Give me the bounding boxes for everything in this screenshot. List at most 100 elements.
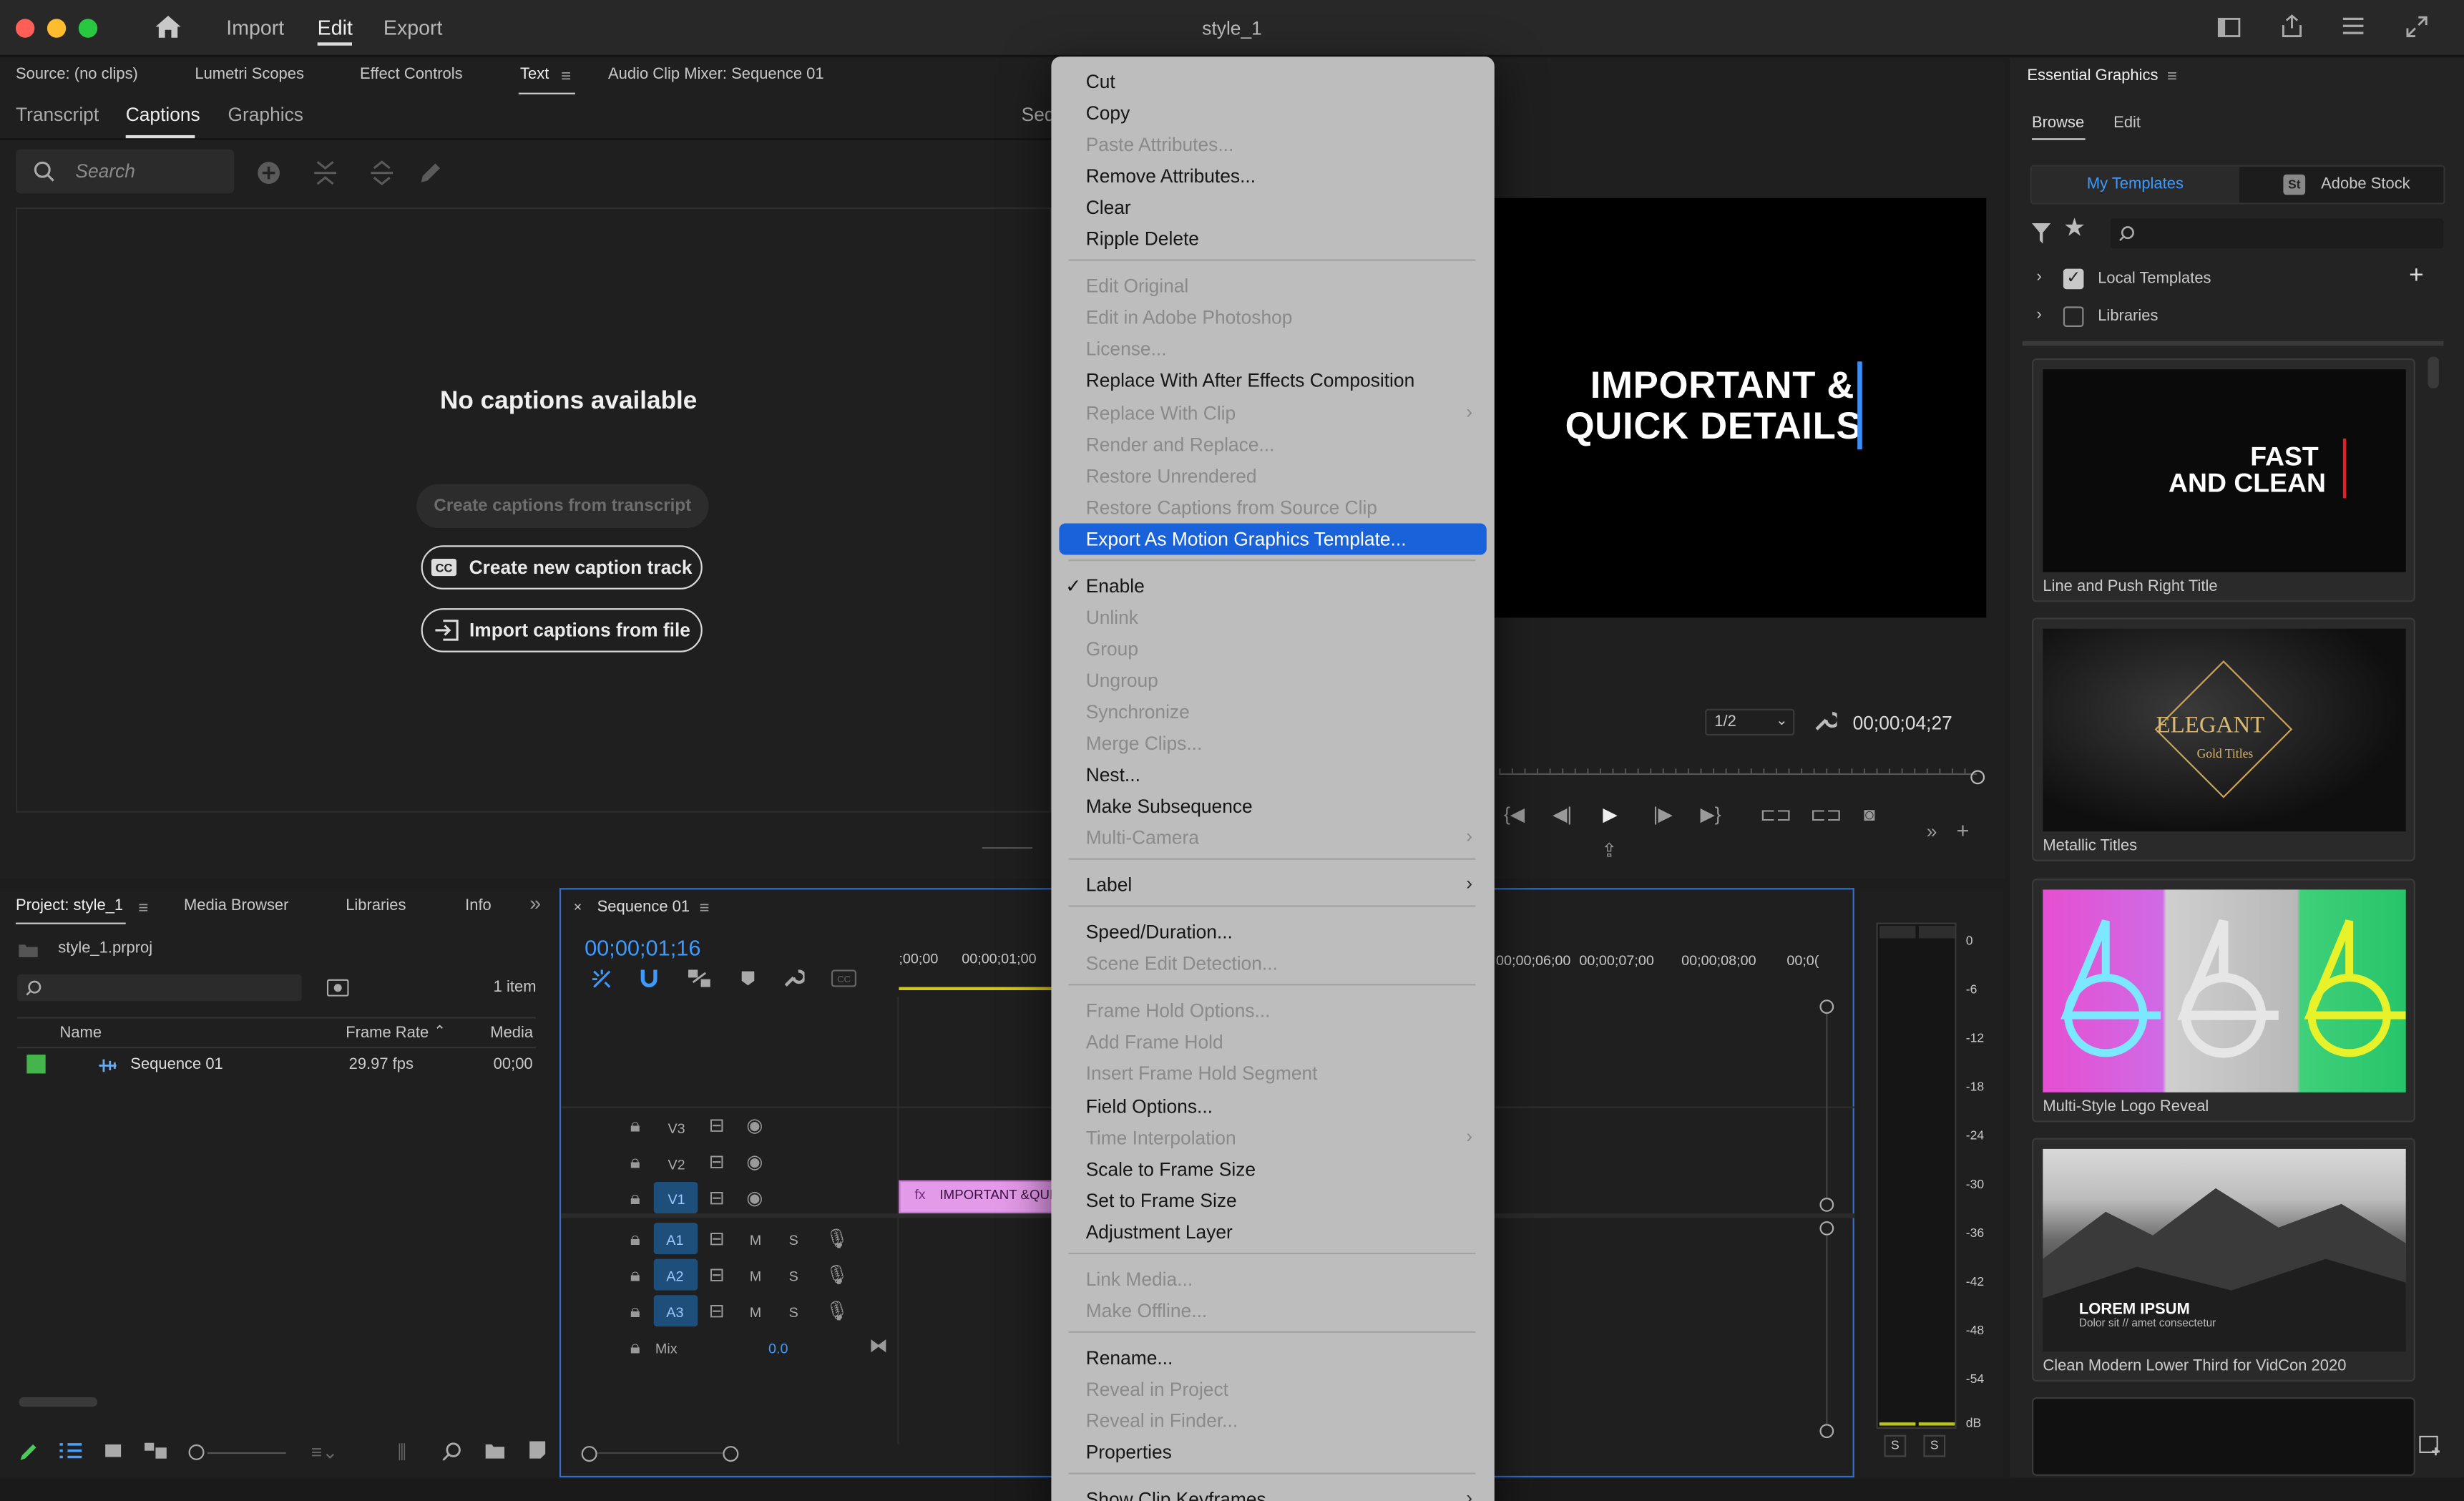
toggle-sync-lock-icon[interactable]: ⊟	[709, 1116, 725, 1135]
menu-item-rename[interactable]: Rename...	[1086, 1346, 1173, 1369]
adobe-stock-tab[interactable]: Adobe Stock	[2321, 176, 2410, 193]
icon-view-icon[interactable]	[104, 1442, 122, 1460]
tab-project[interactable]: Project: style_1	[16, 897, 123, 914]
menu-item-reveal-in-finder[interactable]: Reveal in Finder...	[1086, 1409, 1238, 1432]
track-label-a3[interactable]: A3	[666, 1304, 683, 1320]
tab-edit[interactable]: Edit	[2113, 114, 2141, 132]
menu-item-frame-hold-options[interactable]: Frame Hold Options...	[1086, 1000, 1271, 1022]
close-tab-icon[interactable]: ×	[574, 899, 582, 915]
track-label-v1[interactable]: V1	[668, 1191, 685, 1207]
menu-item-restore-captions-from-source-clip[interactable]: Restore Captions from Source Clip	[1086, 496, 1377, 518]
tab-media-browser[interactable]: Media Browser	[184, 897, 289, 914]
menu-item-export-as-motion-graphics-template[interactable]: Export As Motion Graphics Template...	[1086, 527, 1407, 549]
timeline-zoom-track[interactable]	[597, 1452, 723, 1454]
vertical-scroll-handle[interactable]	[1819, 1221, 1834, 1236]
menu-item-make-offline[interactable]: Make Offline...	[1086, 1299, 1207, 1321]
menu-item-remove-attributes[interactable]: Remove Attributes...	[1086, 165, 1256, 187]
menu-item-field-options[interactable]: Field Options...	[1086, 1095, 1213, 1117]
timeline-settings-wrench-icon[interactable]	[783, 967, 805, 989]
sort-icon[interactable]: ≡⌄	[311, 1443, 338, 1462]
mute-button[interactable]: M	[750, 1304, 761, 1320]
new-search-bin-icon[interactable]	[326, 979, 349, 997]
mark-in-icon[interactable]: {◀	[1504, 805, 1525, 823]
project-search-input[interactable]	[17, 974, 302, 1002]
star-icon[interactable]: ★	[2063, 216, 2086, 241]
edit-pencil-icon[interactable]	[418, 160, 443, 185]
lock-icon[interactable]: 🔒︎	[630, 1301, 640, 1320]
tab-lumetri-scopes[interactable]: Lumetri Scopes	[195, 66, 304, 83]
template-card[interactable]	[2031, 1397, 2415, 1476]
lock-icon[interactable]: 🔒︎	[630, 1116, 640, 1135]
tab-effect-controls[interactable]: Effect Controls	[360, 66, 463, 83]
mix-value[interactable]: 0.0	[768, 1341, 788, 1356]
menu-item-group[interactable]: Group	[1086, 638, 1138, 660]
track-label-a1[interactable]: A1	[666, 1232, 683, 1248]
automate-to-sequence-icon[interactable]: ⫼	[398, 1443, 406, 1462]
mute-button[interactable]: M	[750, 1268, 761, 1284]
zoom-slider-handle[interactable]	[188, 1444, 205, 1460]
pencil-icon[interactable]	[17, 1442, 39, 1464]
subtab-graphics[interactable]: Graphics	[228, 104, 303, 126]
find-icon[interactable]	[441, 1442, 462, 1462]
camera-icon[interactable]: ◙	[1864, 805, 1875, 823]
minimize-window-button[interactable]	[47, 19, 67, 38]
workspaces-menu-icon[interactable]	[2342, 16, 2365, 36]
panel-menu-icon[interactable]: ≡	[138, 899, 148, 918]
menu-item-speed-duration[interactable]: Speed/Duration...	[1086, 921, 1233, 944]
subtab-transcript[interactable]: Transcript	[16, 104, 99, 126]
toggle-sync-lock-icon[interactable]: ⊟	[709, 1152, 725, 1170]
menu-item-insert-frame-hold-segment[interactable]: Insert Frame Hold Segment	[1086, 1063, 1318, 1085]
wrench-icon[interactable]	[1814, 709, 1837, 733]
more-controls-icon[interactable]: »	[1927, 822, 1937, 841]
menu-item-ripple-delete[interactable]: Ripple Delete	[1086, 228, 1199, 250]
insert-nest-icon[interactable]	[591, 968, 613, 990]
lock-icon[interactable]: 🔒︎	[630, 1188, 640, 1207]
track-label-v3[interactable]: V3	[668, 1120, 685, 1136]
track-label-a2[interactable]: A2	[666, 1268, 683, 1284]
column-frame-rate[interactable]: Frame Rate	[346, 1025, 429, 1042]
vertical-scroll-handle[interactable]	[1819, 999, 1834, 1014]
templates-search-input[interactable]	[2110, 218, 2444, 249]
vertical-scroll-track[interactable]	[1826, 1013, 1828, 1200]
lift-icon[interactable]: ⊏⊐	[1760, 805, 1791, 823]
menu-item-nest[interactable]: Nest...	[1086, 764, 1140, 786]
template-card[interactable]: ELEGANT Gold Titles Metallic Titles	[2031, 617, 2415, 861]
panel-menu-icon[interactable]: ≡	[561, 67, 571, 86]
nav-import[interactable]: Import	[226, 16, 284, 39]
chevron-right-icon[interactable]: ›	[2037, 269, 2042, 286]
sort-ascending-icon[interactable]: ⌃	[434, 1023, 446, 1040]
table-row[interactable]: Sequence 01 29.97 fps 00;00	[17, 1050, 536, 1082]
menu-item-adjustment-layer[interactable]: Adjustment Layer	[1086, 1221, 1233, 1243]
timeline-timecode[interactable]: 00;00;01;16	[585, 935, 700, 960]
horizontal-scrollbar[interactable]	[19, 1397, 98, 1407]
menu-item-reveal-in-project[interactable]: Reveal in Project	[1086, 1378, 1228, 1400]
menu-item-unlink[interactable]: Unlink	[1086, 607, 1138, 629]
mark-out-icon[interactable]: ▶}	[1701, 805, 1721, 823]
step-forward-icon[interactable]: |▶	[1653, 805, 1673, 823]
create-new-caption-track-button[interactable]: CC Create new caption track	[421, 545, 703, 590]
time-ruler[interactable]: ;00;00 00;00;01;00	[897, 949, 1055, 991]
search-input[interactable]: Search	[15, 149, 235, 194]
create-captions-from-transcript-button[interactable]: Create captions from transcript	[416, 484, 709, 529]
freeform-view-icon[interactable]	[143, 1442, 168, 1460]
toggle-sync-lock-icon[interactable]: ⊟	[709, 1301, 725, 1320]
tab-source[interactable]: Source: (no clips)	[16, 66, 138, 83]
menu-item-add-frame-hold[interactable]: Add Frame Hold	[1086, 1032, 1223, 1054]
menu-item-replace-with-after-effects-composition[interactable]: Replace With After Effects Composition	[1086, 370, 1414, 392]
eye-icon[interactable]: ◉	[746, 1152, 763, 1170]
linked-selection-icon[interactable]	[687, 968, 712, 989]
go-to-in-out-icon[interactable]: ⧓	[869, 1336, 888, 1354]
play-icon[interactable]: ▶	[1603, 805, 1617, 823]
menu-item-edit-original[interactable]: Edit Original	[1086, 275, 1189, 298]
program-playhead-handle[interactable]	[1970, 770, 1985, 785]
menu-item-make-subsequence[interactable]: Make Subsequence	[1086, 796, 1253, 818]
menu-item-show-clip-keyframes[interactable]: Show Clip Keyframes	[1086, 1489, 1266, 1501]
menu-item-enable[interactable]: Enable	[1086, 575, 1145, 597]
tab-libraries[interactable]: Libraries	[346, 897, 406, 914]
template-card[interactable]: FAST AND CLEAN Line and Push Right Title	[2031, 358, 2415, 602]
tab-info[interactable]: Info	[465, 897, 492, 914]
menu-item-merge-clips[interactable]: Merge Clips...	[1086, 733, 1203, 755]
lock-icon[interactable]: 🔒︎	[630, 1152, 640, 1170]
new-bin-icon[interactable]	[484, 1442, 506, 1460]
solo-button[interactable]: S	[789, 1268, 798, 1284]
